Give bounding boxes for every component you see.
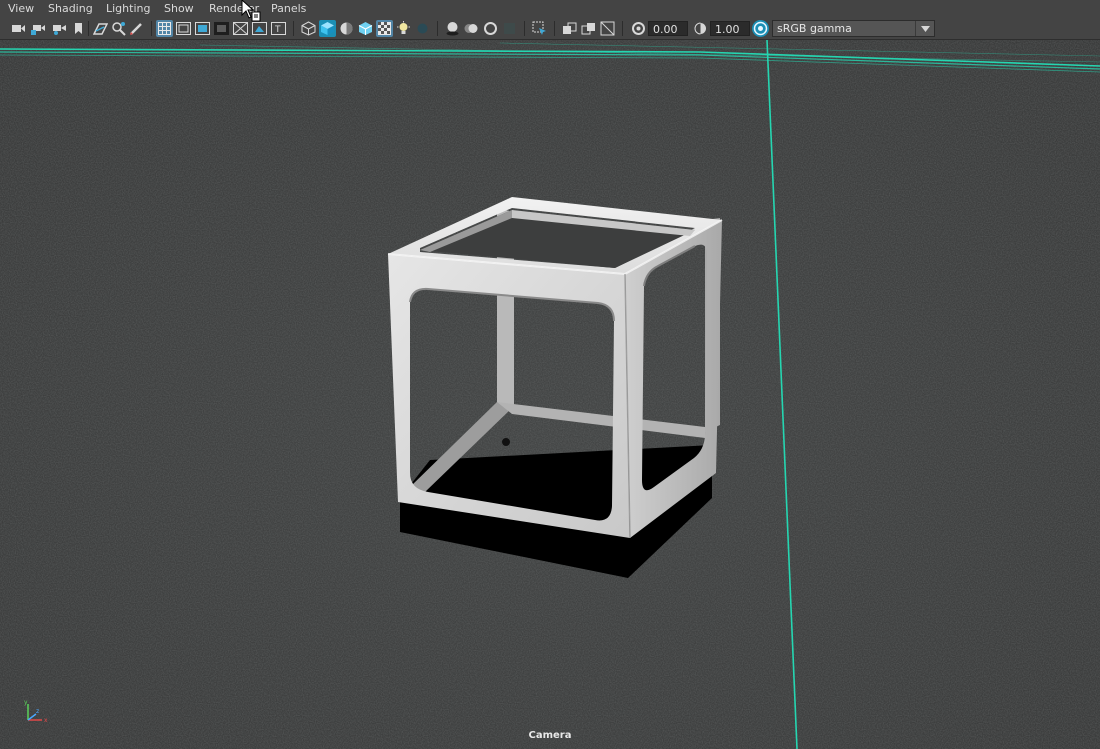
exposure-field[interactable]: 0.00 bbox=[648, 21, 688, 36]
multisample-aa-icon[interactable] bbox=[482, 20, 499, 37]
xray-joints-icon[interactable] bbox=[561, 20, 578, 37]
camera-name-label: Camera bbox=[528, 730, 572, 741]
camera-bookmark-icon[interactable] bbox=[51, 20, 68, 37]
view-axis-gizmo: y x z bbox=[20, 698, 50, 731]
axis-label-z: z bbox=[36, 708, 39, 715]
color-space-value: sRGB gamma bbox=[777, 22, 852, 35]
film-gate-icon[interactable] bbox=[175, 20, 192, 37]
textured-icon[interactable] bbox=[357, 20, 374, 37]
panel-toolbar: T 0.00 1.00 sRGB gamma bbox=[0, 18, 1100, 40]
menu-show[interactable]: Show bbox=[164, 2, 194, 15]
mouse-cursor-icon bbox=[241, 0, 263, 27]
safe-title-icon[interactable]: T bbox=[270, 20, 287, 37]
default-material-icon[interactable] bbox=[338, 20, 355, 37]
smooth-shade-icon[interactable] bbox=[319, 20, 336, 37]
menu-lighting[interactable]: Lighting bbox=[106, 2, 150, 15]
toolbar-separator bbox=[88, 21, 89, 36]
camera-attributes-icon[interactable] bbox=[30, 20, 47, 37]
3d-viewport[interactable]: y x z bbox=[0, 40, 1100, 749]
image-plane-icon[interactable] bbox=[92, 20, 109, 37]
gamma-field[interactable]: 1.00 bbox=[710, 21, 750, 36]
ground-texture bbox=[0, 40, 1100, 749]
use-lights-icon[interactable] bbox=[395, 20, 412, 37]
toolbar-separator bbox=[437, 21, 438, 36]
toolbar-separator bbox=[293, 21, 294, 36]
svg-text:T: T bbox=[274, 25, 281, 35]
toolbar-separator bbox=[554, 21, 555, 36]
wireframe-icon[interactable] bbox=[300, 20, 317, 37]
resolution-gate-icon[interactable] bbox=[194, 20, 211, 37]
shadows-icon[interactable] bbox=[414, 20, 431, 37]
chevron-down-icon[interactable] bbox=[915, 21, 934, 36]
grease-pencil-icon[interactable] bbox=[128, 20, 145, 37]
depth-of-field-icon[interactable] bbox=[501, 20, 518, 37]
gamma-reset-icon[interactable] bbox=[692, 20, 709, 37]
backface-icon[interactable] bbox=[599, 20, 616, 37]
panel-menu-bar: View Shading Lighting Show Renderer Pane… bbox=[0, 0, 1100, 18]
toolbar-separator bbox=[524, 21, 525, 36]
toolbar-separator bbox=[151, 21, 152, 36]
exposure-reset-icon[interactable] bbox=[630, 20, 647, 37]
menu-panels[interactable]: Panels bbox=[271, 2, 306, 15]
axis-label-x: x bbox=[44, 717, 48, 724]
2d-pan-zoom-icon[interactable] bbox=[110, 20, 127, 37]
motion-blur-icon[interactable] bbox=[463, 20, 480, 37]
color-management-icon[interactable] bbox=[752, 20, 769, 37]
camera-select-icon[interactable] bbox=[10, 20, 27, 37]
toolbar-separator bbox=[622, 21, 623, 36]
color-space-dropdown[interactable]: sRGB gamma bbox=[772, 20, 935, 37]
gate-mask-icon[interactable] bbox=[213, 20, 230, 37]
viewport-scene bbox=[0, 40, 1100, 749]
menu-view[interactable]: View bbox=[8, 2, 34, 15]
menu-shading[interactable]: Shading bbox=[48, 2, 93, 15]
isolate-select-icon[interactable] bbox=[531, 20, 548, 37]
bookmark-icon[interactable] bbox=[70, 20, 87, 37]
axis-label-y: y bbox=[24, 699, 28, 706]
screen-space-ao-icon[interactable] bbox=[444, 20, 461, 37]
xray-active-icon[interactable] bbox=[580, 20, 597, 37]
xray-icon[interactable] bbox=[376, 20, 393, 37]
grid-icon[interactable] bbox=[156, 20, 173, 37]
